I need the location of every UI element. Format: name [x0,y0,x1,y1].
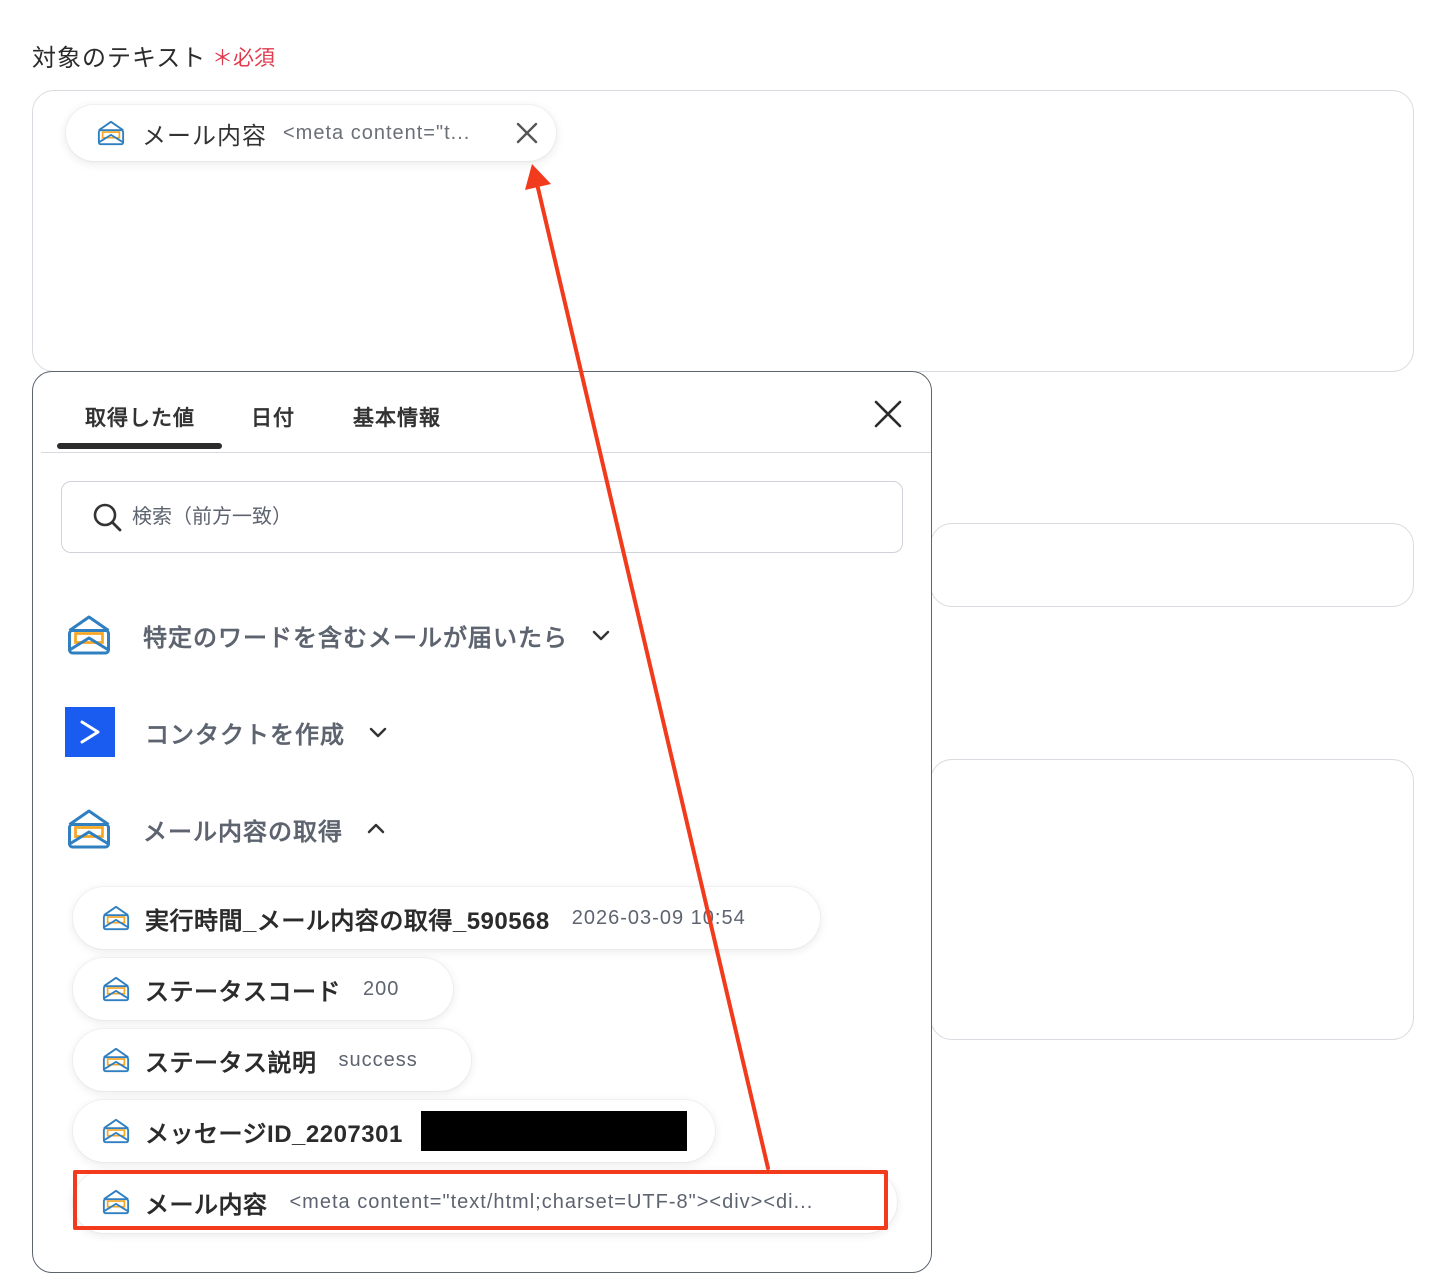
redacted-value [420,1111,687,1151]
value-item[interactable]: ステータス説明 success [73,1029,471,1091]
tab-date[interactable]: 日付 [251,402,295,432]
search-input[interactable] [130,496,834,538]
mail-open-icon [65,806,113,852]
value-item-mail-content[interactable]: メール内容 <meta content="text/html;charset=U… [73,1171,897,1233]
item-value: success [338,1048,418,1071]
item-name: メッセージID_2207301 [145,1120,403,1148]
background-field[interactable] [930,759,1414,1040]
item-name: ステータス説明 [145,1049,317,1077]
chip-value: <meta content="t... [283,121,471,144]
chevron-up-icon[interactable] [365,818,387,840]
mail-open-icon [101,1046,131,1074]
mail-open-icon [96,119,126,147]
field-label: 対象のテキスト [32,45,207,72]
mail-open-icon [65,612,113,658]
item-name: 実行時間_メール内容の取得_590568 [145,907,550,935]
active-tab-indicator [57,443,222,449]
value-item[interactable]: メッセージID_2207301 [73,1100,715,1162]
item-value: 2026-03-09 10:54 [571,906,746,929]
tab-acquired-values[interactable]: 取得した値 [85,402,195,432]
group-create-contact[interactable]: コンタクトを作成 [65,707,389,757]
chevron-down-icon[interactable] [367,721,389,743]
group-keyword-mail-trigger[interactable]: 特定のワードを含むメールが届いたら [65,612,612,658]
required-mark: ＊必須 [212,47,275,70]
mail-open-icon [101,1117,131,1145]
mail-open-icon [101,975,131,1003]
item-value: <meta content="text/html;charset=UTF-8">… [289,1190,814,1213]
selected-value-chip[interactable]: メール内容 <meta content="t... [66,105,556,161]
search-box[interactable] [61,481,903,553]
mail-open-icon [101,904,131,932]
value-item[interactable]: 実行時間_メール内容の取得_590568 2026-03-09 10:54 [73,887,820,949]
tabs-divider [41,452,931,453]
search-icon [93,503,122,532]
item-name: メール内容 [145,1191,268,1219]
item-value: 200 [363,977,400,1000]
mail-open-icon [101,1188,131,1216]
tab-basic-info[interactable]: 基本情報 [353,402,441,432]
value-picker-panel: 取得した値 日付 基本情報 特定のワードを含むメールが届いたら コンタクトを作成 [32,371,932,1273]
group-get-mail-content[interactable]: メール内容の取得 [65,806,387,852]
item-name: ステータスコード [145,978,341,1006]
chip-remove-icon[interactable] [512,118,542,148]
chip-name: メール内容 [142,122,267,150]
activecampaign-icon [65,707,115,757]
group-title: コンタクトを作成 [145,721,345,749]
background-field[interactable] [930,523,1414,607]
group-title: メール内容の取得 [143,818,343,846]
close-icon[interactable] [873,399,903,429]
chevron-down-icon[interactable] [590,624,612,646]
value-item[interactable]: ステータスコード 200 [73,958,453,1020]
group-title: 特定のワードを含むメールが届いたら [143,624,568,652]
